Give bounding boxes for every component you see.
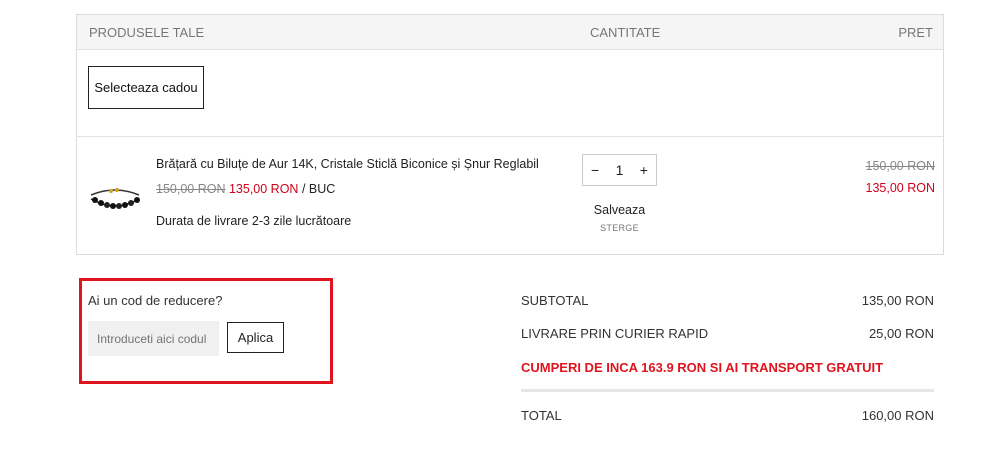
header-price: PRET bbox=[898, 25, 933, 40]
subtotal-label: SUBTOTAL bbox=[521, 293, 589, 308]
subtotal-row: SUBTOTAL 135,00 RON bbox=[521, 293, 934, 308]
header-quantity: CANTITATE bbox=[590, 25, 661, 40]
coupon-code-input[interactable] bbox=[88, 321, 219, 356]
cart-header: PRODUSELE TALE CANTITATE PRET bbox=[77, 15, 943, 50]
delivery-time: Durata de livrare 2-3 zile lucrătoare bbox=[156, 214, 352, 228]
quantity-stepper: − 1 + bbox=[582, 154, 657, 186]
shipping-label: LIVRARE PRIN CURIER RAPID bbox=[521, 326, 709, 341]
product-name-link[interactable]: Brățară cu Biluțe de Aur 14K, Cristale S… bbox=[156, 157, 539, 171]
product-new-price: 135,00 RON bbox=[228, 182, 299, 196]
coupon-label: Ai un cod de reducere? bbox=[88, 293, 223, 308]
shipping-value: 25,00 RON bbox=[868, 326, 934, 341]
quantity-value[interactable]: 1 bbox=[616, 162, 624, 178]
header-products: PRODUSELE TALE bbox=[89, 25, 205, 40]
product-unit-price: 150,00 RON 135,00 RON / BUC bbox=[156, 182, 335, 196]
line-total-old-price: 150,00 RON bbox=[865, 159, 935, 173]
shipping-row: LIVRARE PRIN CURIER RAPID 25,00 RON bbox=[521, 326, 934, 341]
product-thumbnail[interactable] bbox=[87, 155, 143, 235]
product-old-price: 150,00 RON bbox=[156, 182, 226, 196]
free-shipping-message: CUMPERI DE INCA 163.9 RON SI AI TRANSPOR… bbox=[521, 360, 884, 375]
total-value: 160,00 RON bbox=[861, 408, 934, 423]
subtotal-value: 135,00 RON bbox=[861, 293, 934, 308]
cart-table: PRODUSELE TALE CANTITATE PRET Selecteaza… bbox=[76, 14, 944, 255]
line-total-new-price: 135,00 RON bbox=[865, 181, 935, 195]
summary-divider bbox=[521, 389, 934, 392]
row-divider bbox=[77, 136, 943, 137]
remove-item-link[interactable]: STERGE bbox=[582, 223, 657, 233]
coupon-box: Ai un cod de reducere? Aplica bbox=[79, 278, 333, 384]
save-for-later-link[interactable]: Salveaza bbox=[582, 203, 657, 217]
total-label: TOTAL bbox=[521, 408, 562, 423]
increase-quantity-button[interactable]: + bbox=[640, 162, 648, 178]
apply-coupon-button[interactable]: Aplica bbox=[227, 322, 284, 353]
bracelet-image bbox=[90, 188, 140, 209]
select-gift-button[interactable]: Selecteaza cadou bbox=[88, 66, 204, 109]
total-row: TOTAL 160,00 RON bbox=[521, 408, 934, 423]
decrease-quantity-button[interactable]: − bbox=[591, 162, 599, 178]
product-unit: / BUC bbox=[301, 182, 336, 196]
